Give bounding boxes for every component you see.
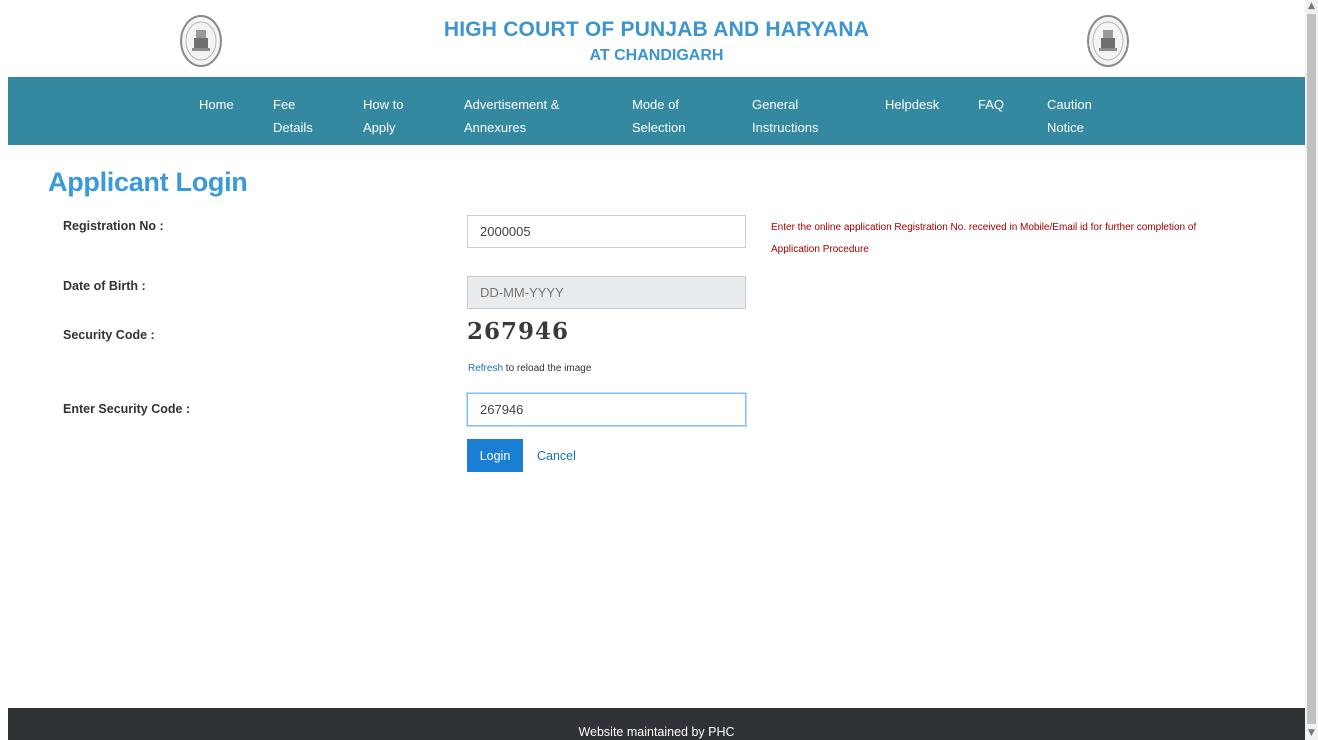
court-emblem-icon bbox=[1087, 15, 1129, 67]
site-header: HIGH COURT OF PUNJAB AND HARYANA AT CHAN… bbox=[8, 0, 1305, 77]
dob-input[interactable] bbox=[467, 276, 746, 309]
nav-item-how-to-apply[interactable]: How to Apply bbox=[363, 93, 403, 139]
scrollbar-thumb[interactable] bbox=[1307, 14, 1316, 724]
nav-label: General bbox=[752, 97, 799, 112]
nav-label: Selection bbox=[632, 120, 686, 135]
nav-label: Mode of bbox=[632, 97, 679, 112]
page-scrollbar[interactable]: ▲ ▼ bbox=[1305, 0, 1318, 740]
refresh-link[interactable]: Refresh bbox=[468, 363, 503, 374]
nav-label: FAQ bbox=[978, 97, 1005, 112]
nav-item-fee-details[interactable]: Fee Details bbox=[273, 93, 313, 139]
login-form: Applicant Login Registration No : Enter … bbox=[8, 145, 1305, 708]
registration-hint: Enter the online application Registratio… bbox=[771, 217, 1291, 261]
nav-label: Caution bbox=[1047, 97, 1092, 112]
nav-item-advertisement[interactable]: Advertisement & Annexures bbox=[464, 93, 559, 139]
chevron-down-icon[interactable]: ▼ bbox=[1305, 727, 1318, 740]
page: HIGH COURT OF PUNJAB AND HARYANA AT CHAN… bbox=[0, 0, 1318, 740]
refresh-line: Refresh to reload the image bbox=[468, 363, 591, 374]
nav-label: Helpdesk bbox=[885, 97, 940, 112]
hint-line: Application Procedure bbox=[771, 244, 869, 255]
nav-item-caution-notice[interactable]: Caution Notice bbox=[1047, 93, 1092, 139]
nav-item-mode-of-selection[interactable]: Mode of Selection bbox=[632, 93, 685, 139]
nav-label: How to bbox=[363, 97, 404, 112]
nav-label: Notice bbox=[1047, 120, 1084, 135]
nav-label: Annexures bbox=[464, 120, 527, 135]
nav-item-general-instructions[interactable]: General Instructions bbox=[752, 93, 818, 139]
nav-item-home[interactable]: Home bbox=[199, 93, 234, 116]
enter-security-code-label: Enter Security Code : bbox=[63, 402, 191, 416]
site-footer: Website maintained by PHC bbox=[8, 708, 1305, 740]
nav-label: Details bbox=[273, 120, 313, 135]
nav-label: Advertisement & bbox=[464, 97, 560, 112]
nav-label: Home bbox=[199, 97, 234, 112]
nav-item-faq[interactable]: FAQ bbox=[978, 93, 1004, 116]
login-button[interactable]: Login bbox=[467, 439, 523, 472]
nav-item-helpdesk[interactable]: Helpdesk bbox=[885, 93, 939, 116]
registration-label: Registration No : bbox=[63, 219, 164, 233]
chevron-up-icon[interactable]: ▲ bbox=[1305, 0, 1318, 13]
dob-label: Date of Birth : bbox=[63, 279, 146, 293]
nav-label: Fee bbox=[273, 97, 296, 112]
page-title: Applicant Login bbox=[48, 167, 248, 197]
refresh-suffix: to reload the image bbox=[503, 363, 592, 374]
security-code-label: Security Code : bbox=[63, 328, 155, 342]
nav-label: Instructions bbox=[752, 120, 819, 135]
registration-input[interactable] bbox=[467, 215, 746, 248]
cancel-link[interactable]: Cancel bbox=[537, 449, 576, 463]
main-nav: Home Fee Details How to Apply Advertisem… bbox=[8, 77, 1305, 145]
security-code-input[interactable] bbox=[467, 393, 746, 426]
hint-line: Enter the online application Registratio… bbox=[771, 222, 1197, 233]
nav-label: Apply bbox=[363, 120, 396, 135]
captcha-image: 267946 bbox=[467, 318, 570, 345]
footer-text: Website maintained by PHC bbox=[578, 725, 735, 739]
